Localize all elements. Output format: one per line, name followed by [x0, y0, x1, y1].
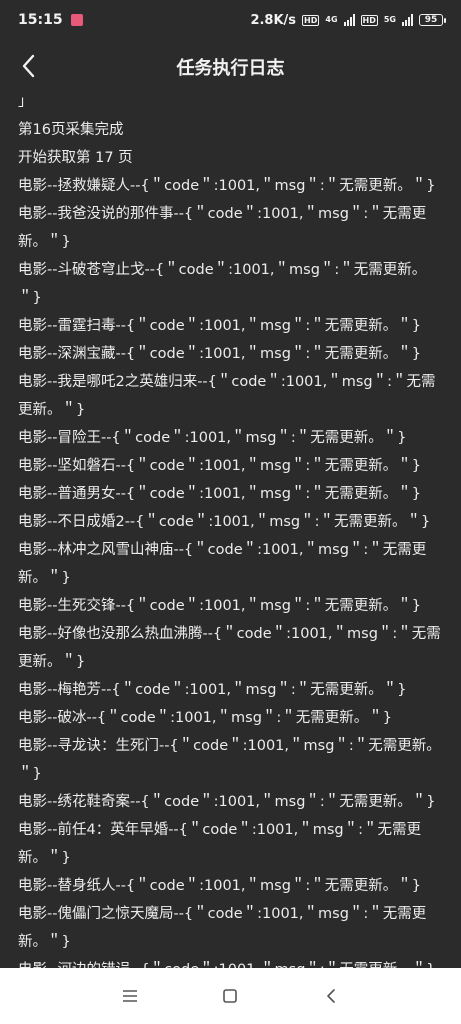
- log-line: 电影--绣花鞋奇案--{＂code＂:1001,＂msg＂:＂无需更新。＂}: [18, 794, 436, 810]
- page-title: 任务执行日志: [176, 58, 285, 79]
- back-icon: [327, 989, 335, 1003]
- signal-icon: [402, 14, 413, 26]
- log-view[interactable]: 」第16页采集完成 开始获取第 17 页电影--拯救嫌疑人--{＂code＂:10…: [0, 94, 461, 968]
- home-icon: [223, 989, 238, 1003]
- log-line: 电影--破冰--{＂code＂:1001,＂msg＂:＂无需更新。＂}: [18, 710, 393, 726]
- log-line: 电影--拯救嫌疑人--{＂code＂:1001,＂msg＂:＂无需更新。＂}: [18, 178, 436, 194]
- network-type: 4G: [325, 15, 338, 24]
- log-line: 电影--傀儡门之惊天魔局--{＂code＂:1001,＂msg＂:＂无需更新。＂…: [18, 906, 427, 950]
- back-button[interactable]: [14, 51, 44, 81]
- home-button[interactable]: [212, 978, 248, 1014]
- log-line: 电影--生死交锋--{＂code＂:1001,＂msg＂:＂无需更新。＂}: [18, 598, 422, 614]
- battery-icon: 95: [419, 14, 446, 26]
- nav-back-button[interactable]: [313, 978, 349, 1014]
- log-line: 电影--雷霆扫毒--{＂code＂:1001,＂msg＂:＂无需更新。＂}: [18, 318, 422, 334]
- log-content: 」第16页采集完成 开始获取第 17 页电影--拯救嫌疑人--{＂code＂:10…: [18, 94, 446, 968]
- log-line: 电影--替身纸人--{＂code＂:1001,＂msg＂:＂无需更新。＂}: [18, 878, 422, 894]
- log-line: 电影--斗破苍穹止戈--{＂code＂:1001,＂msg＂:＂无需更新。＂}: [18, 262, 427, 306]
- log-line: 第16页采集完成: [18, 122, 124, 138]
- system-nav-bar: [0, 968, 461, 1024]
- status-left: 15:15: [18, 12, 83, 28]
- log-line: 」: [18, 94, 33, 110]
- network-speed: 2.8K/s: [250, 12, 297, 28]
- hd-badge: HD: [302, 14, 320, 26]
- log-line: 电影--好像也没那么热血沸腾--{＂code＂:1001,＂msg＂:＂无需更新…: [18, 626, 441, 670]
- network-type: 5G: [383, 15, 396, 24]
- log-line: 电影--冒险王--{＂code＂:1001,＂msg＂:＂无需更新。＂}: [18, 430, 407, 446]
- app-notification-icon: [70, 14, 83, 26]
- chevron-left-icon: [22, 54, 35, 78]
- status-bar: 15:15 2.8K/s HD 4G HD 5G 95: [0, 0, 461, 40]
- menu-button[interactable]: [112, 978, 148, 1014]
- log-line: 电影--不日成婚2--{＂code＂:1001,＂msg＂:＂无需更新。＂}: [18, 514, 431, 530]
- log-line: 电影--我是哪吒2之英雄归来--{＂code＂:1001,＂msg＂:＂无需更新…: [18, 374, 436, 418]
- menu-icon: [123, 990, 138, 1002]
- status-time: 15:15: [18, 12, 63, 28]
- log-line: 电影--寻龙诀：生死门--{＂code＂:1001,＂msg＂:＂无需更新。＂}: [18, 738, 441, 782]
- log-line: 电影--深渊宝藏--{＂code＂:1001,＂msg＂:＂无需更新。＂}: [18, 346, 422, 362]
- app-header: 任务执行日志: [0, 40, 461, 94]
- log-line: 电影--河边的错误--{＂code＂:1001,＂msg＂:＂无需更新。＂}: [18, 956, 446, 968]
- hd-badge: HD: [360, 14, 378, 26]
- log-line: 电影--坚如磐石--{＂code＂:1001,＂msg＂:＂无需更新。＂}: [18, 458, 422, 474]
- status-right: 2.8K/s HD 4G HD 5G 95: [250, 12, 446, 28]
- log-line: 电影--林冲之风雪山神庙--{＂code＂:1001,＂msg＂:＂无需更新。＂…: [18, 542, 427, 586]
- log-line: 电影--普通男女--{＂code＂:1001,＂msg＂:＂无需更新。＂}: [18, 486, 422, 502]
- log-line: 电影--前任4：英年早婚--{＂code＂:1001,＂msg＂:＂无需更新。＂…: [18, 822, 422, 866]
- log-line: 电影--梅艳芳--{＂code＂:1001,＂msg＂:＂无需更新。＂}: [18, 682, 407, 698]
- log-line: 电影--我爸没说的那件事--{＂code＂:1001,＂msg＂:＂无需更新。＂…: [18, 206, 427, 250]
- signal-icon: [343, 14, 355, 26]
- log-line: 开始获取第 17 页: [18, 150, 133, 166]
